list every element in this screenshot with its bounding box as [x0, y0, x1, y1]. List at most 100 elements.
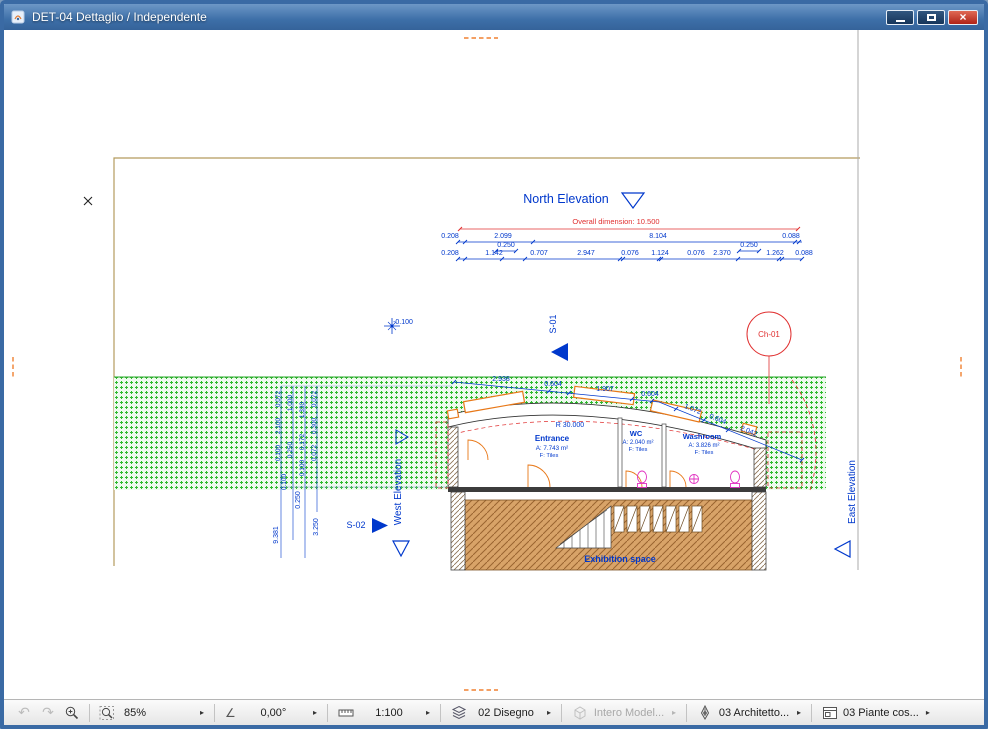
basement-wall-right [752, 492, 766, 570]
dim-label: 1.124 [651, 250, 669, 257]
dim-label: 0.100 [281, 473, 288, 490]
zoom-in-button[interactable] [61, 702, 83, 724]
dim-label: 2.938 [492, 376, 510, 383]
chevron-right-icon: ▸ [797, 708, 801, 717]
orientation-control[interactable]: ∠ 0,00° ▸ [221, 702, 321, 724]
rotation-angle-icon: ∠ [225, 706, 236, 720]
chevron-right-icon: ▸ [426, 708, 430, 717]
zone-area: A: 3.826 m² [688, 443, 719, 449]
level-marker[interactable]: -0.100 [384, 318, 413, 334]
dim-label: 0.604 [641, 391, 659, 398]
structure-display-control[interactable]: Intero Model... ▸ [568, 702, 680, 724]
rotation-value: 0,00° [260, 707, 286, 719]
dim-label: 2.947 [577, 250, 595, 257]
close-button[interactable]: × [948, 10, 978, 25]
chevron-right-icon: ▸ [926, 708, 930, 717]
dim-label: 0.072 [275, 390, 282, 407]
dim-label: 0.250 [295, 491, 302, 509]
separator [327, 704, 328, 722]
floor-slab [448, 487, 766, 492]
dim-label: 0.250 [740, 242, 758, 249]
dim-label: 1.142 [485, 250, 503, 257]
dim-label: 8.104 [649, 233, 667, 240]
dim-label: 1.907 [596, 386, 614, 393]
dim-label: 2.099 [494, 233, 512, 240]
separator [686, 704, 687, 722]
dim-label: 0.076 [687, 250, 705, 257]
dim-label: 0.208 [441, 250, 459, 257]
section-marker-s02[interactable]: S-02 [346, 518, 388, 533]
zone-name: WC [630, 429, 643, 438]
dim-label: 0.072 [311, 444, 318, 461]
overall-dimension-label: Overall dimension: 10.500 [572, 217, 659, 226]
dim-label: 1.000 [287, 394, 294, 411]
dim-label: 0.250 [497, 242, 515, 249]
elevation-label: West Elevation [393, 459, 404, 526]
drawing-canvas[interactable]: R 30.000 Entrance A: 7.743 m² F: Tiles W… [4, 30, 984, 699]
dim-label: 0.076 [621, 250, 639, 257]
dim-label: 0.088 [795, 250, 813, 257]
north-elevation-label[interactable]: North Elevation [523, 192, 609, 206]
elevation-marker-east[interactable]: East Elevation [835, 460, 858, 557]
dim-label: 0.208 [441, 233, 459, 240]
pen-set-value: 03 Architetto... [719, 707, 789, 719]
quick-options-bar: ↶ ↷ 85% ▸ ∠ 0,00° ▸ 1:100 ▸ 02 Disegno [4, 699, 984, 725]
structure-display-value: Intero Model... [594, 707, 664, 719]
zone-name: Entrance [535, 434, 570, 443]
layout-book-control[interactable]: 03 Piante cos... ▸ [818, 702, 934, 724]
level-value: -0.100 [393, 319, 413, 326]
maximize-icon [927, 14, 936, 21]
zone-area: A: 2.040 m² [622, 440, 653, 446]
dim-label: 0.300 [311, 417, 318, 434]
section-marker-s01[interactable]: S-01 [548, 314, 568, 361]
section-label: S-02 [346, 520, 365, 530]
chevron-right-icon: ▸ [200, 708, 204, 717]
redo-button[interactable]: ↷ [37, 702, 59, 724]
app-window: DET-04 Dettaglio / Independente × [0, 0, 988, 729]
page-break-markers [13, 38, 961, 690]
scale-control[interactable]: 1:100 ▸ [334, 702, 434, 724]
maximize-button[interactable] [917, 10, 945, 25]
minimize-button[interactable] [886, 10, 914, 25]
chevron-right-icon: ▸ [547, 708, 551, 717]
zone-area: A: 7.743 m² [536, 445, 569, 452]
section-arrow-icon [551, 343, 568, 361]
detail-drawing[interactable]: R 30.000 Entrance A: 7.743 m² F: Tiles W… [4, 30, 984, 699]
partition-wall [662, 424, 666, 487]
chevron-right-icon: ▸ [313, 708, 317, 717]
change-marker-label: Ch-01 [758, 330, 780, 339]
dim-label: 3.250 [313, 518, 320, 536]
titlebar[interactable]: DET-04 Dettaglio / Independente × [4, 4, 984, 30]
section-arrow-icon [372, 518, 388, 533]
section-label: S-01 [548, 314, 558, 333]
dim-label: 0.100 [299, 459, 306, 476]
close-icon: × [959, 10, 966, 24]
zone-name-exhibition[interactable]: Exhibition space [584, 554, 656, 564]
origin-marker [84, 197, 92, 205]
dim-label: 9.381 [273, 526, 280, 544]
layout-book-value: 03 Piante cos... [843, 707, 919, 719]
partition-wall [618, 418, 622, 487]
separator [561, 704, 562, 722]
left-wall [448, 427, 458, 487]
north-elevation-marker-icon[interactable] [622, 193, 644, 208]
separator [89, 704, 90, 722]
layer-combination-control[interactable]: 02 Disegno ▸ [447, 702, 555, 724]
dim-label: 2.100 [275, 417, 282, 434]
dim-label: 0.088 [782, 233, 800, 240]
undo-button[interactable]: ↶ [13, 702, 35, 724]
dim-label: 0.172 [299, 433, 306, 450]
scale-value: 1:100 [375, 707, 403, 719]
elevation-arrow-icon [835, 541, 850, 557]
dim-label: 0.250 [287, 441, 294, 458]
dim-label: 1.262 [766, 250, 784, 257]
redo-icon: ↷ [42, 706, 54, 720]
fit-in-window-button[interactable] [96, 702, 118, 724]
slat-row [614, 506, 702, 532]
pen-set-control[interactable]: 03 Architetto... ▸ [693, 702, 805, 724]
chevron-right-icon: ▸ [672, 708, 676, 717]
separator [811, 704, 812, 722]
window-title: DET-04 Dettaglio / Independente [32, 10, 880, 24]
dim-label: 0.604 [544, 381, 562, 388]
zoom-level-control[interactable]: 85% ▸ [120, 702, 208, 724]
